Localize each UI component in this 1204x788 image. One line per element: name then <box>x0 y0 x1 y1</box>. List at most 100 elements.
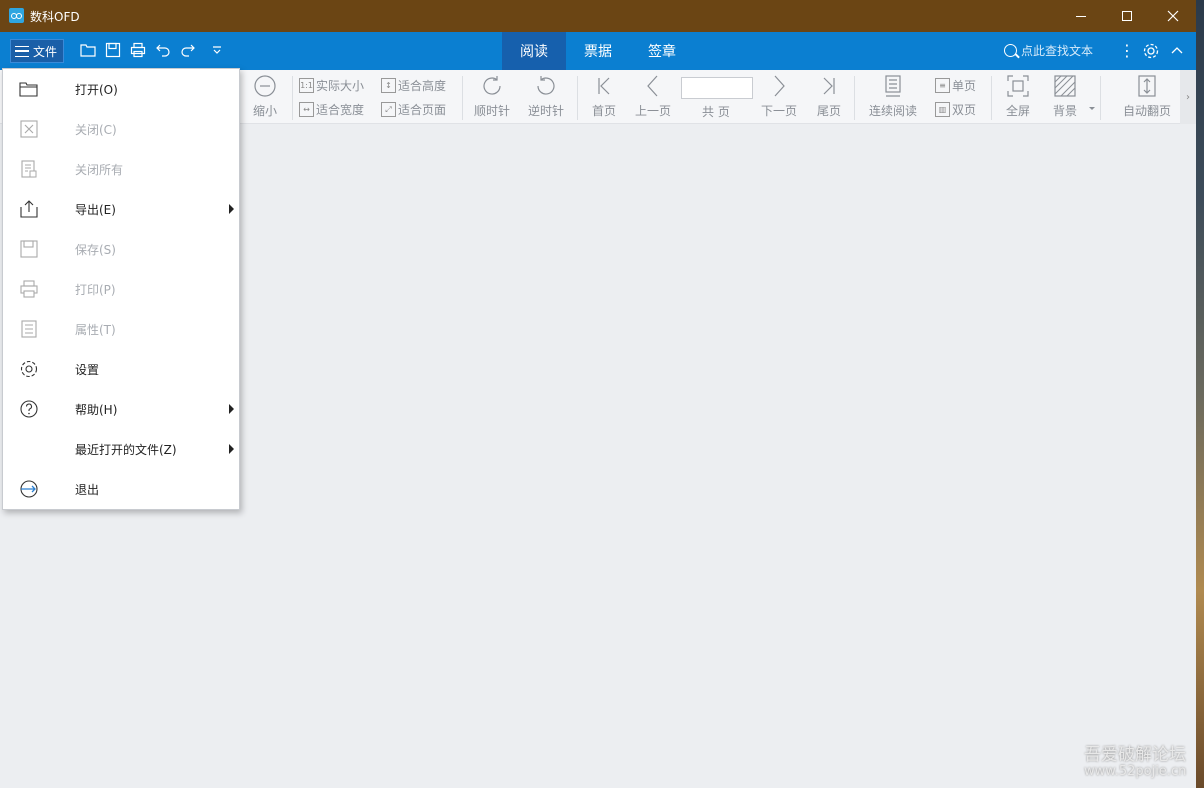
submenu-arrow-icon <box>229 204 234 214</box>
separator <box>854 76 855 120</box>
rotate-counterclockwise-label: 逆时针 <box>528 104 565 118</box>
menu-item-close-all[interactable]: 关闭所有 <box>3 149 239 189</box>
page-total-label: 共 页 <box>702 105 730 119</box>
menu-item-open[interactable]: 打开(O) <box>3 69 239 109</box>
fullscreen-label: 全屏 <box>1005 104 1030 118</box>
help-icon <box>20 400 38 418</box>
next-page-button[interactable]: 下一页 <box>761 74 797 119</box>
menu-bar: 文件 阅读 票据 签章 点此查找文本 ⋮ <box>0 32 1196 70</box>
tab-signature[interactable]: 签章 <box>630 32 694 70</box>
page-number-input[interactable] <box>681 77 753 99</box>
ribbon-scroll-right-icon[interactable]: › <box>1180 70 1196 124</box>
rotate-clockwise-button[interactable]: 顺时针 <box>474 74 510 119</box>
actual-size-button[interactable]: 1:1 实际大小 <box>299 77 364 94</box>
menu-item-label: 打开(O) <box>75 82 118 97</box>
minimize-button[interactable] <box>1058 0 1104 32</box>
double-page-icon: ▥ <box>935 102 950 117</box>
continuous-read-icon <box>885 75 901 97</box>
fit-height-label: 适合高度 <box>398 79 447 93</box>
fullscreen-button[interactable]: 全屏 <box>1005 74 1031 119</box>
undo-icon[interactable] <box>155 42 171 58</box>
fit-page-button[interactable]: ⤢ 适合页面 <box>381 101 446 118</box>
save-icon <box>20 240 38 258</box>
gear-icon[interactable] <box>1142 42 1160 60</box>
menu-item-recent-files[interactable]: 最近打开的文件(Z) <box>3 429 239 469</box>
tab-read[interactable]: 阅读 <box>502 32 566 70</box>
menu-item-settings[interactable]: 设置 <box>3 349 239 389</box>
auto-flip-icon <box>1138 75 1156 97</box>
menu-item-save[interactable]: 保存(S) <box>3 229 239 269</box>
collapse-ribbon-icon[interactable] <box>1170 42 1184 60</box>
last-page-button[interactable]: 尾页 <box>816 74 842 119</box>
submenu-arrow-icon <box>229 444 234 454</box>
double-page-button[interactable]: ▥ 双页 <box>935 101 976 118</box>
continuous-read-button[interactable]: 连续阅读 <box>869 74 917 119</box>
menu-item-print[interactable]: 打印(P) <box>3 269 239 309</box>
properties-icon <box>21 320 37 338</box>
separator <box>462 76 463 120</box>
tab-invoice[interactable]: 票据 <box>566 32 630 70</box>
double-page-label: 双页 <box>952 103 977 117</box>
rotate-clockwise-label: 顺时针 <box>474 104 511 118</box>
watermark-url: www.52pojie.cn <box>1084 764 1187 779</box>
menu-item-close[interactable]: 关闭(C) <box>3 109 239 149</box>
menu-item-label: 导出(E) <box>75 202 116 217</box>
rotate-counterclockwise-button[interactable]: 逆时针 <box>528 74 564 119</box>
fit-page-icon: ⤢ <box>381 102 396 117</box>
fit-height-button[interactable]: ↕ 适合高度 <box>381 77 446 94</box>
close-icon <box>1167 10 1179 22</box>
background-dropdown-icon[interactable] <box>1088 106 1096 112</box>
menu-item-export[interactable]: 导出(E) <box>3 189 239 229</box>
separator <box>292 76 293 120</box>
menu-item-label: 退出 <box>75 482 100 497</box>
app-window: 数科OFD 文件 阅读 票据 签章 点此查找文本 ⋮ 缩小 1:1 实际大小 ↔… <box>0 0 1196 788</box>
single-page-button[interactable]: ≡ 单页 <box>935 77 976 94</box>
menu-item-label: 最近打开的文件(Z) <box>75 442 177 457</box>
menu-item-label: 打印(P) <box>75 282 116 297</box>
first-page-icon <box>598 77 610 95</box>
search-box[interactable]: 点此查找文本 <box>1004 42 1093 59</box>
next-page-icon <box>774 75 785 97</box>
minimize-icon <box>1076 15 1086 17</box>
zoom-out-icon <box>254 75 276 97</box>
save-icon[interactable] <box>105 42 121 58</box>
fullscreen-icon <box>1007 75 1029 97</box>
menu-item-label: 关闭(C) <box>75 122 117 137</box>
auto-flip-button[interactable]: 自动翻页 <box>1123 74 1171 119</box>
fit-width-button[interactable]: ↔ 适合宽度 <box>299 101 364 118</box>
more-options-icon[interactable]: ⋮ <box>1119 42 1135 60</box>
quick-access-dropdown-icon[interactable] <box>209 42 225 58</box>
menu-item-label: 属性(T) <box>75 322 116 337</box>
menu-item-exit[interactable]: 退出 <box>3 469 239 509</box>
redo-icon[interactable] <box>180 42 196 58</box>
first-page-button[interactable]: 首页 <box>591 74 617 119</box>
close-document-icon <box>20 120 38 138</box>
background-button[interactable]: 背景 <box>1052 74 1078 119</box>
maximize-button[interactable] <box>1104 0 1150 32</box>
previous-page-button[interactable]: 上一页 <box>635 74 671 119</box>
rotate-counterclockwise-icon <box>537 76 555 95</box>
rotate-clockwise-icon <box>483 76 501 95</box>
background-pattern-icon <box>1054 75 1076 97</box>
export-icon <box>20 200 38 218</box>
menu-item-label: 设置 <box>75 362 100 377</box>
open-folder-icon[interactable] <box>80 42 96 58</box>
watermark-text: 吾爱破解论坛 <box>1084 745 1186 765</box>
background-label: 背景 <box>1052 104 1077 118</box>
menu-item-help[interactable]: 帮助(H) <box>3 389 239 429</box>
menu-item-properties[interactable]: 属性(T) <box>3 309 239 349</box>
single-page-icon: ≡ <box>935 78 950 93</box>
close-all-icon <box>21 160 37 178</box>
file-menu-button[interactable]: 文件 <box>10 39 64 63</box>
auto-flip-label: 自动翻页 <box>1123 104 1172 118</box>
zoom-out-button[interactable]: 缩小 <box>252 74 278 119</box>
print-icon[interactable] <box>130 42 146 58</box>
single-page-label: 单页 <box>952 79 977 93</box>
first-page-label: 首页 <box>591 104 616 118</box>
menu-item-label: 帮助(H) <box>75 402 118 417</box>
zoom-out-label: 缩小 <box>252 104 277 118</box>
fit-width-icon: ↔ <box>299 102 314 117</box>
fit-width-label: 适合宽度 <box>316 103 365 117</box>
close-button[interactable] <box>1150 0 1196 32</box>
maximize-icon <box>1122 11 1132 21</box>
